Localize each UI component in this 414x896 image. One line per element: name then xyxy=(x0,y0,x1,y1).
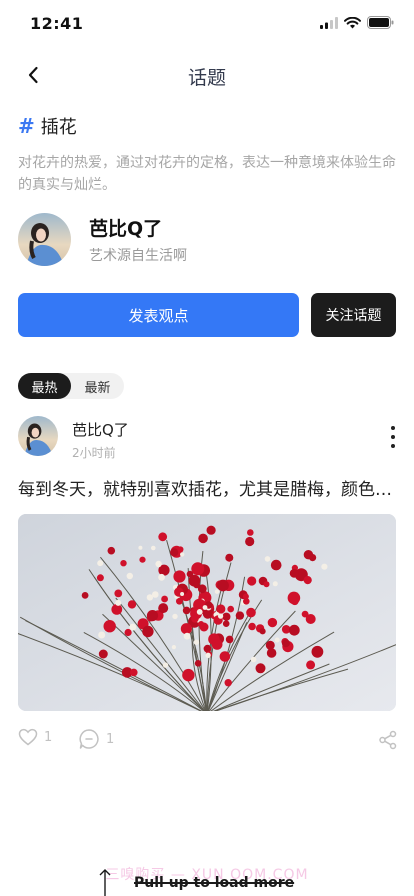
like-button[interactable]: 1 xyxy=(18,728,52,746)
topic-title: 插花 xyxy=(40,117,77,138)
sort-tabs: 最热 最新 xyxy=(18,373,124,399)
more-dot-icon xyxy=(391,435,395,439)
status-icons xyxy=(320,16,394,29)
more-options-button[interactable] xyxy=(388,426,398,448)
post-time: 2小时前 xyxy=(72,446,116,460)
post-image[interactable] xyxy=(18,514,396,711)
more-dot-icon xyxy=(391,426,395,430)
topic-creator[interactable]: 芭比Q了 艺术源自生活啊 xyxy=(18,213,187,266)
status-bar: 12:41 xyxy=(0,0,414,48)
follow-topic-button[interactable]: 关注话题 xyxy=(311,293,396,337)
post-actions: 1 1 xyxy=(18,728,398,754)
arrow-up-icon xyxy=(99,869,111,896)
like-count: 1 xyxy=(44,729,53,745)
creator-bio: 艺术源自生活啊 xyxy=(89,248,187,264)
more-dot-icon xyxy=(391,444,395,448)
creator-info: 芭比Q了 艺术源自生活啊 xyxy=(89,214,187,265)
publish-opinion-button[interactable]: 发表观点 xyxy=(18,293,299,337)
share-button[interactable] xyxy=(378,730,398,754)
hashtag-icon: # xyxy=(18,114,35,138)
post-author[interactable]: 芭比Q了 xyxy=(72,419,129,440)
heart-icon xyxy=(18,728,38,746)
pull-up-loader: Pull up to load more xyxy=(96,866,396,896)
page-title: 话题 xyxy=(187,67,226,89)
battery-icon xyxy=(367,16,394,29)
tab-newest[interactable]: 最新 xyxy=(71,373,124,399)
creator-name: 芭比Q了 xyxy=(89,218,163,240)
topic-name: # 插花 xyxy=(18,113,77,139)
wifi-icon xyxy=(344,16,361,28)
avatar[interactable] xyxy=(18,213,71,266)
comment-button[interactable]: 1 xyxy=(78,728,114,750)
avatar[interactable] xyxy=(18,416,58,456)
comment-icon xyxy=(79,729,99,749)
post-text[interactable]: 每到冬天，就特别喜欢插花，尤其是腊梅，颜色鲜艳香气扑鼻 xyxy=(18,475,398,500)
status-time: 12:41 xyxy=(30,14,84,33)
share-icon xyxy=(379,730,397,750)
nav-bar: 话题 xyxy=(0,52,414,98)
topic-description: 对花卉的热爱，通过对花卉的定格，表达一种意境来体验生命的真实与灿烂。 xyxy=(18,155,396,193)
signal-icon xyxy=(320,16,338,29)
tab-hottest[interactable]: 最热 xyxy=(18,373,71,399)
comment-count: 1 xyxy=(106,731,115,747)
pull-up-text: Pull up to load more xyxy=(134,875,295,891)
post-header: 芭比Q了 2小时前 xyxy=(18,416,398,460)
